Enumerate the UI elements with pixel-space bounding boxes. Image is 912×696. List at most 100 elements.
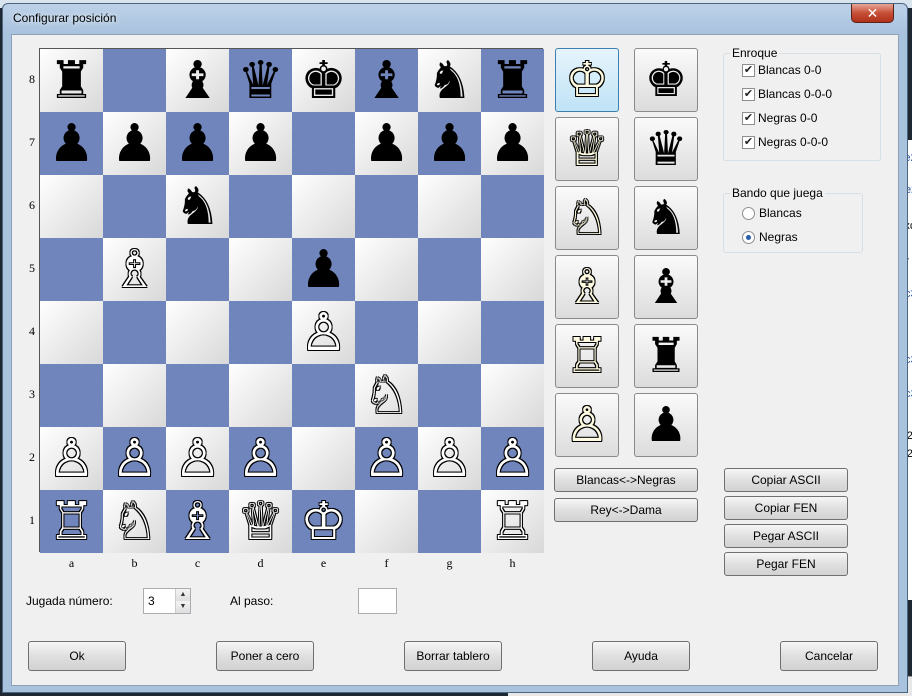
palette-white-knight-button[interactable]: ♘ bbox=[555, 186, 619, 250]
square-d2[interactable]: ♙ bbox=[229, 427, 292, 490]
square-b3[interactable] bbox=[103, 364, 166, 427]
square-d4[interactable] bbox=[229, 301, 292, 364]
square-d7[interactable]: ♟ bbox=[229, 112, 292, 175]
square-d1[interactable]: ♕ bbox=[229, 490, 292, 553]
square-a6[interactable] bbox=[40, 175, 103, 238]
white-pawn-icon[interactable]: ♙ bbox=[426, 433, 473, 485]
square-d6[interactable] bbox=[229, 175, 292, 238]
square-e4[interactable]: ♙ bbox=[292, 301, 355, 364]
palette-white-bishop-button[interactable]: ♗ bbox=[555, 255, 619, 319]
square-e2[interactable] bbox=[292, 427, 355, 490]
radio-icon[interactable] bbox=[742, 206, 755, 220]
square-e1[interactable]: ♔ bbox=[292, 490, 355, 553]
square-a7[interactable]: ♟ bbox=[40, 112, 103, 175]
black-pawn-icon[interactable]: ♟ bbox=[174, 118, 221, 170]
black-king-icon[interactable]: ♚ bbox=[300, 55, 347, 107]
palette-black-bishop-button[interactable]: ♝ bbox=[634, 255, 698, 319]
palette-black-pawn-button[interactable]: ♟ bbox=[634, 393, 698, 457]
white-bishop-icon[interactable]: ♗ bbox=[111, 244, 158, 296]
ok-button[interactable]: Ok bbox=[28, 641, 126, 671]
square-h5[interactable] bbox=[481, 238, 544, 301]
white-queen-icon[interactable]: ♕ bbox=[237, 496, 284, 548]
square-b4[interactable] bbox=[103, 301, 166, 364]
white-rook-icon[interactable]: ♖ bbox=[489, 496, 536, 548]
black-pawn-icon[interactable]: ♟ bbox=[426, 118, 473, 170]
black-knight-icon[interactable]: ♞ bbox=[174, 181, 221, 233]
reset-button[interactable]: Poner a cero bbox=[216, 641, 314, 671]
square-f7[interactable]: ♟ bbox=[355, 112, 418, 175]
spin-down-icon[interactable]: ▼ bbox=[175, 601, 190, 613]
square-a5[interactable] bbox=[40, 238, 103, 301]
square-g7[interactable]: ♟ bbox=[418, 112, 481, 175]
palette-black-queen-button[interactable]: ♛ bbox=[634, 117, 698, 181]
black-pawn-icon[interactable]: ♟ bbox=[48, 118, 95, 170]
square-f8[interactable]: ♝ bbox=[355, 49, 418, 112]
square-e3[interactable] bbox=[292, 364, 355, 427]
square-b7[interactable]: ♟ bbox=[103, 112, 166, 175]
square-f6[interactable] bbox=[355, 175, 418, 238]
square-f2[interactable]: ♙ bbox=[355, 427, 418, 490]
black-bishop-icon[interactable]: ♝ bbox=[363, 55, 410, 107]
cancel-button[interactable]: Cancelar bbox=[780, 641, 878, 671]
palette-white-rook-button[interactable]: ♖ bbox=[555, 324, 619, 388]
white-king-icon[interactable]: ♔ bbox=[300, 496, 347, 548]
black-bishop-icon[interactable]: ♝ bbox=[174, 55, 221, 107]
white-knight-icon[interactable]: ♘ bbox=[111, 496, 158, 548]
white-pawn-icon[interactable]: ♙ bbox=[489, 433, 536, 485]
palette-black-rook-button[interactable]: ♜ bbox=[634, 324, 698, 388]
square-g4[interactable] bbox=[418, 301, 481, 364]
square-g2[interactable]: ♙ bbox=[418, 427, 481, 490]
square-c8[interactable]: ♝ bbox=[166, 49, 229, 112]
checkbox-white-short-castle[interactable]: ✔ Blancas 0-0 bbox=[742, 63, 821, 77]
checkbox-icon[interactable]: ✔ bbox=[742, 111, 755, 125]
square-c7[interactable]: ♟ bbox=[166, 112, 229, 175]
square-h6[interactable] bbox=[481, 175, 544, 238]
square-c4[interactable] bbox=[166, 301, 229, 364]
black-pawn-icon[interactable]: ♟ bbox=[111, 118, 158, 170]
square-b5[interactable]: ♗ bbox=[103, 238, 166, 301]
black-pawn-icon[interactable]: ♟ bbox=[300, 244, 347, 296]
square-g3[interactable] bbox=[418, 364, 481, 427]
square-b6[interactable] bbox=[103, 175, 166, 238]
square-c6[interactable]: ♞ bbox=[166, 175, 229, 238]
swap-king-queen-button[interactable]: Rey<->Dama bbox=[554, 498, 698, 522]
square-c2[interactable]: ♙ bbox=[166, 427, 229, 490]
square-a3[interactable] bbox=[40, 364, 103, 427]
palette-white-king-button[interactable]: ♔ bbox=[555, 48, 619, 112]
black-rook-icon[interactable]: ♜ bbox=[489, 55, 536, 107]
move-number-spinner[interactable]: 3 ▲ ▼ bbox=[143, 588, 191, 614]
square-f5[interactable] bbox=[355, 238, 418, 301]
square-h2[interactable]: ♙ bbox=[481, 427, 544, 490]
square-e8[interactable]: ♚ bbox=[292, 49, 355, 112]
square-f1[interactable] bbox=[355, 490, 418, 553]
checkbox-icon[interactable]: ✔ bbox=[742, 63, 755, 77]
move-number-value[interactable]: 3 bbox=[148, 594, 155, 608]
white-pawn-icon[interactable]: ♙ bbox=[237, 433, 284, 485]
square-a8[interactable]: ♜ bbox=[40, 49, 103, 112]
square-g6[interactable] bbox=[418, 175, 481, 238]
en-passant-field[interactable] bbox=[358, 588, 397, 614]
palette-black-king-button[interactable]: ♚ bbox=[634, 48, 698, 112]
square-c5[interactable] bbox=[166, 238, 229, 301]
square-b2[interactable]: ♙ bbox=[103, 427, 166, 490]
square-h8[interactable]: ♜ bbox=[481, 49, 544, 112]
white-pawn-icon[interactable]: ♙ bbox=[174, 433, 221, 485]
black-knight-icon[interactable]: ♞ bbox=[426, 55, 473, 107]
white-bishop-icon[interactable]: ♗ bbox=[174, 496, 221, 548]
square-f4[interactable] bbox=[355, 301, 418, 364]
white-pawn-icon[interactable]: ♙ bbox=[300, 307, 347, 359]
square-g5[interactable] bbox=[418, 238, 481, 301]
palette-white-pawn-button[interactable]: ♙ bbox=[555, 393, 619, 457]
square-c1[interactable]: ♗ bbox=[166, 490, 229, 553]
white-pawn-icon[interactable]: ♙ bbox=[363, 433, 410, 485]
square-e5[interactable]: ♟ bbox=[292, 238, 355, 301]
paste-ascii-button[interactable]: Pegar ASCII bbox=[724, 524, 848, 548]
radio-icon[interactable] bbox=[742, 230, 755, 244]
black-pawn-icon[interactable]: ♟ bbox=[237, 118, 284, 170]
clear-board-button[interactable]: Borrar tablero bbox=[404, 641, 502, 671]
swap-colors-button[interactable]: Blancas<->Negras bbox=[554, 468, 698, 492]
copy-fen-button[interactable]: Copiar FEN bbox=[724, 496, 848, 520]
square-g1[interactable] bbox=[418, 490, 481, 553]
square-c3[interactable] bbox=[166, 364, 229, 427]
square-h7[interactable]: ♟ bbox=[481, 112, 544, 175]
